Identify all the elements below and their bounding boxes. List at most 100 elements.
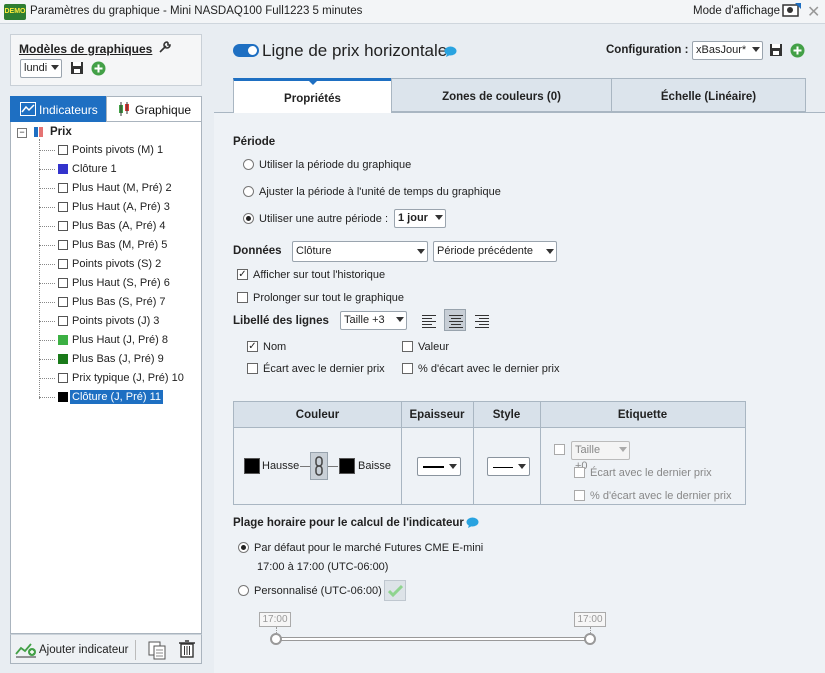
tree-checkbox[interactable] <box>58 259 68 269</box>
align-center-button[interactable] <box>444 309 466 331</box>
indicator-enabled-toggle[interactable] <box>233 44 259 57</box>
session-default-radio[interactable] <box>238 542 249 553</box>
display-mode-icon[interactable] <box>782 2 802 20</box>
period-adjust-radio[interactable] <box>243 186 254 197</box>
value-checkbox[interactable] <box>402 341 413 352</box>
session-slider-track[interactable] <box>276 637 590 641</box>
tree-root-price[interactable]: Prix <box>50 126 72 138</box>
session-start-handle[interactable] <box>270 633 282 645</box>
display-mode-label: Mode d'affichage <box>693 5 781 17</box>
tree-checkbox[interactable] <box>58 373 68 383</box>
period-chart-radio[interactable] <box>243 159 254 170</box>
tree-checkbox[interactable] <box>58 202 68 212</box>
tab-scale-label: Échelle (Linéaire) <box>660 91 757 103</box>
link-chain-icon[interactable] <box>310 452 328 480</box>
thickness-select[interactable] <box>417 457 461 476</box>
wrench-icon[interactable] <box>158 40 172 54</box>
data-period-select[interactable]: Période précédente <box>433 241 557 262</box>
tab-chart[interactable]: Graphique <box>106 96 202 122</box>
session-start-time[interactable]: 17:00 <box>259 612 291 627</box>
session-end-handle[interactable] <box>584 633 596 645</box>
left-tabs: Indicateurs Graphique <box>10 96 202 122</box>
tree-item-label: Clôture 1 <box>72 163 117 175</box>
configuration-select[interactable]: xBasJour* <box>692 41 763 60</box>
tree-line <box>39 188 55 189</box>
add-icon[interactable] <box>790 43 805 58</box>
label-size-value: Taille +3 <box>344 314 385 326</box>
label-enabled-checkbox[interactable] <box>554 444 565 455</box>
help-bubble-icon[interactable] <box>466 517 479 528</box>
add-indicator-icon[interactable] <box>15 640 37 658</box>
name-checkbox[interactable]: ✓ <box>247 341 258 352</box>
line-style-preview <box>493 467 513 468</box>
label-size-select-disabled[interactable]: Taille +0 <box>571 441 630 472</box>
tree-checkbox[interactable] <box>58 221 68 231</box>
chart-model-select[interactable]: lundi <box>20 59 62 78</box>
session-apply-button[interactable] <box>384 580 406 601</box>
label-gap-checkbox[interactable] <box>574 467 585 478</box>
chevron-down-icon <box>417 249 425 254</box>
toolbar-divider <box>135 640 136 660</box>
data-source-value: Clôture <box>296 245 332 257</box>
tree-checkbox[interactable] <box>58 316 68 326</box>
close-icon[interactable]: ✕ <box>807 2 820 22</box>
other-period-select[interactable]: 1 jour <box>394 209 446 228</box>
line-chart-icon <box>20 102 36 116</box>
help-bubble-icon[interactable] <box>444 46 457 57</box>
collapse-icon[interactable]: − <box>17 128 27 138</box>
chevron-down-icon <box>619 447 627 452</box>
save-icon[interactable] <box>70 61 84 75</box>
align-left-button[interactable] <box>418 310 440 332</box>
align-right-button[interactable] <box>471 310 493 332</box>
tree-checkbox[interactable] <box>58 278 68 288</box>
tree-item-label: Plus Bas (M, Pré) 5 <box>72 239 168 251</box>
save-icon[interactable] <box>769 43 783 57</box>
tree-item-label: Plus Bas (J, Pré) 9 <box>72 353 164 365</box>
line-style-select[interactable] <box>487 457 530 476</box>
session-custom-radio[interactable] <box>238 585 249 596</box>
label-pct-gap-checkbox[interactable] <box>574 490 585 501</box>
add-icon[interactable] <box>91 61 106 76</box>
tab-chart-label: Graphique <box>135 103 192 117</box>
tree-item-label: Points pivots (S) 2 <box>72 258 162 270</box>
tree-checkbox[interactable] <box>58 183 68 193</box>
column-divider <box>540 402 541 504</box>
data-source-select[interactable]: Clôture <box>292 241 428 262</box>
title-bar: DEMO Paramètres du graphique - Mini NASD… <box>0 0 825 24</box>
demo-badge: DEMO <box>4 4 26 20</box>
tab-color-zones[interactable]: Zones de couleurs (0) <box>391 78 612 112</box>
table-header: Couleur Epaisseur Style Etiquette <box>234 402 745 428</box>
checkmark-icon <box>388 584 403 598</box>
link-line <box>328 466 338 467</box>
color-swatch[interactable] <box>58 354 68 364</box>
color-swatch[interactable] <box>58 164 68 174</box>
tree-checkbox[interactable] <box>58 145 68 155</box>
gap-checkbox[interactable] <box>247 363 258 374</box>
indicator-toolbar: Ajouter indicateur <box>10 634 202 664</box>
chart-models-title: Modèles de graphiques <box>19 42 153 56</box>
window-title: Paramètres du graphique - Mini NASDAQ100… <box>30 5 363 17</box>
tab-scale[interactable]: Échelle (Linéaire) <box>611 78 806 112</box>
up-color-swatch[interactable] <box>244 458 260 474</box>
data-period-value: Période précédente <box>437 245 534 257</box>
color-swatch[interactable] <box>58 335 68 345</box>
color-swatch[interactable] <box>58 392 68 402</box>
copy-icon[interactable] <box>147 640 167 660</box>
tab-properties[interactable]: Propriétés <box>233 78 392 113</box>
session-end-time[interactable]: 17:00 <box>574 612 606 627</box>
pct-gap-checkbox[interactable] <box>402 363 413 374</box>
label-pct-gap-text: % d'écart avec le dernier prix <box>590 490 732 502</box>
down-color-swatch[interactable] <box>339 458 355 474</box>
period-other-radio[interactable] <box>243 213 254 224</box>
trash-icon[interactable] <box>179 640 195 658</box>
tree-item-label: Plus Bas (S, Pré) 7 <box>72 296 166 308</box>
session-title: Plage horaire pour le calcul de l'indica… <box>233 517 464 529</box>
label-size-select[interactable]: Taille +3 <box>340 311 407 330</box>
extend-checkbox[interactable] <box>237 292 248 303</box>
add-indicator-button[interactable]: Ajouter indicateur <box>39 644 129 656</box>
period-title: Période <box>233 136 276 148</box>
tree-checkbox[interactable] <box>58 297 68 307</box>
show-history-checkbox[interactable]: ✓ <box>237 269 248 280</box>
tab-indicators[interactable]: Indicateurs <box>10 96 106 122</box>
tree-checkbox[interactable] <box>58 240 68 250</box>
